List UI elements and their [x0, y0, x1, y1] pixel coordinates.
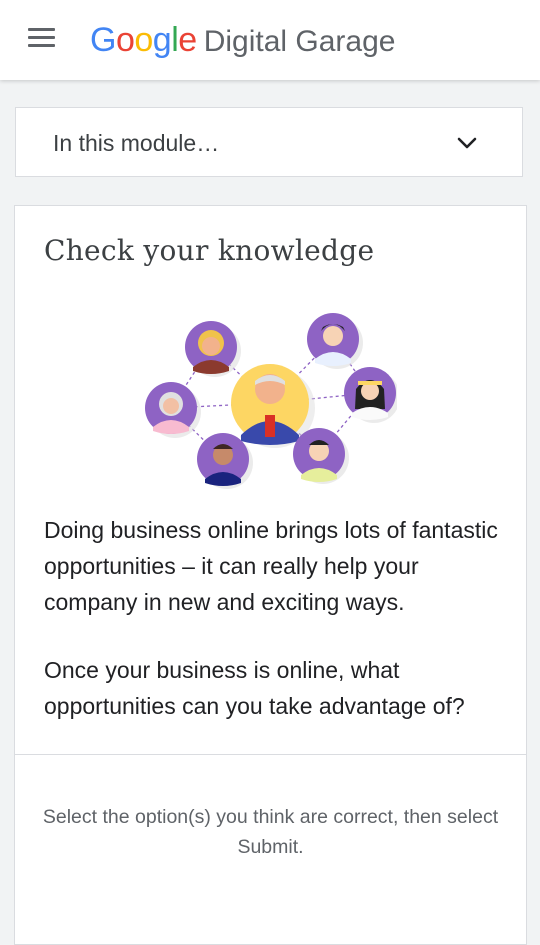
digital-garage-wordmark: Digital Garage	[203, 25, 396, 58]
brand-letter: e	[178, 21, 197, 59]
people-network-illustration	[145, 313, 397, 489]
knowledge-check-card: Check your knowledge Doing business onli…	[14, 205, 527, 945]
section-divider	[15, 754, 526, 755]
brand-letter: g	[152, 21, 172, 59]
avatar-older-woman	[145, 382, 201, 438]
avatar-woman-blonde	[185, 321, 241, 377]
chevron-down-icon	[457, 137, 477, 149]
brand-letter: o	[134, 21, 153, 59]
module-dropdown[interactable]: In this module…	[15, 107, 523, 177]
intro-paragraph: Doing business online brings lots of fan…	[44, 517, 498, 615]
avatar-man-yellow-shirt	[293, 428, 349, 484]
brand-letter: o	[115, 21, 135, 59]
question-text: Once your business is online, what oppor…	[44, 657, 465, 719]
brand-letter: G	[90, 21, 116, 59]
card-title: Check your knowledge	[44, 234, 375, 267]
google-digital-garage-logo[interactable]: Google Digital Garage	[90, 20, 395, 60]
avatar-woman-headband	[344, 367, 397, 423]
top-app-bar: Google Digital Garage	[0, 0, 540, 80]
google-wordmark: Google	[90, 20, 197, 60]
answer-instruction: Select the option(s) you think are corre…	[42, 806, 499, 858]
hamburger-menu-icon[interactable]	[24, 22, 60, 52]
avatar-man-black-hair	[307, 313, 363, 369]
module-dropdown-label: In this module…	[53, 130, 220, 156]
